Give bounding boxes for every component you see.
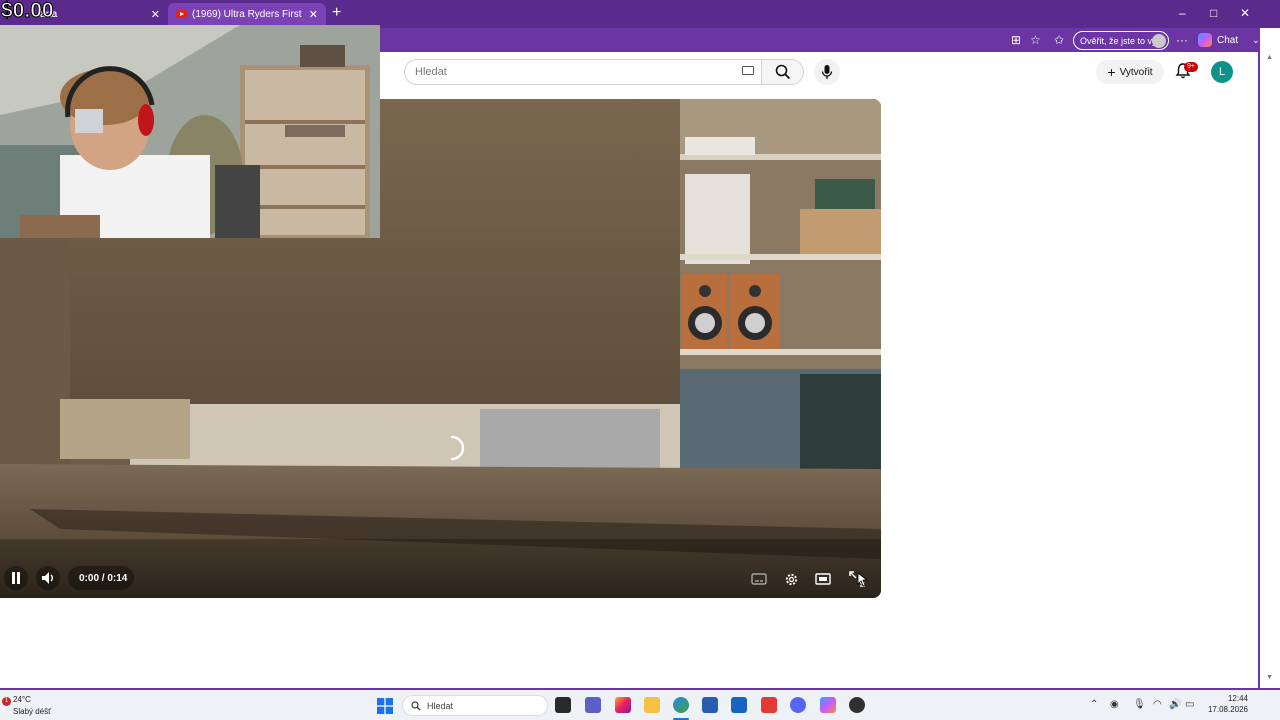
copilot-chat-button[interactable]: Chat ⌄ xyxy=(1198,33,1260,47)
taskbar-search-placeholder: Hledat xyxy=(427,700,454,711)
instagram-icon[interactable] xyxy=(615,697,631,713)
gear-icon xyxy=(785,573,797,585)
time-display: 0:00 / 0:14 xyxy=(79,573,128,584)
theater-mode-icon xyxy=(815,573,831,585)
subtitles-icon xyxy=(751,573,767,585)
microphone-tray-icon[interactable]: 🎙 xyxy=(1133,699,1146,710)
speaker-icon[interactable]: 🔊 xyxy=(1169,699,1181,710)
volume-button[interactable] xyxy=(36,566,60,590)
app-available-icon[interactable]: ⊞ xyxy=(1011,33,1021,47)
battery-icon[interactable]: ▭ xyxy=(1185,699,1194,710)
user-avatar[interactable]: L xyxy=(1211,61,1233,83)
verify-identity-label: Ověřit, že jste to vy xyxy=(1080,35,1157,46)
create-button[interactable]: + Vytvořit xyxy=(1096,60,1164,84)
clock-time: 12:44 xyxy=(1227,694,1248,703)
create-label: Vytvořit xyxy=(1119,66,1153,78)
tab-youtube-title: (1969) Ultra Ryders First Dirt Race xyxy=(192,8,303,20)
file-explorer-icon[interactable] xyxy=(644,697,660,713)
player-controls: 0:00 / 0:14 xyxy=(0,562,881,598)
youtube-favicon-icon xyxy=(176,10,187,18)
search-icon xyxy=(775,64,790,80)
pause-icon xyxy=(12,572,20,584)
favorites-list-icon[interactable]: ✩ xyxy=(1054,33,1064,47)
clock-date: 17.08.2026 xyxy=(1207,705,1248,714)
task-view-icon[interactable] xyxy=(555,697,571,713)
outlook-icon[interactable] xyxy=(731,697,747,713)
weather-alert-badge: 1 xyxy=(2,697,11,706)
store-icon[interactable] xyxy=(702,697,718,713)
scroll-up-icon[interactable]: ▲ xyxy=(1266,54,1273,61)
page-scrollbar[interactable]: ▲ ▼ xyxy=(1260,52,1280,686)
weather-desc: Slabý déšť xyxy=(13,707,52,716)
discord-icon[interactable] xyxy=(790,697,806,713)
more-options-icon[interactable]: ··· xyxy=(1176,33,1188,47)
weather-temp: 24°C xyxy=(13,695,31,704)
tray-app-icon[interactable]: ◉ xyxy=(1110,699,1119,710)
profile-avatar-icon xyxy=(1152,34,1166,48)
settings-button[interactable] xyxy=(781,569,801,589)
screen: arta ✕ (1969) Ultra Ryders First Dirt Ra… xyxy=(0,0,1280,720)
favorite-star-icon[interactable]: ☆ xyxy=(1030,33,1041,47)
mouse-cursor-icon xyxy=(857,572,868,587)
webcam-overlay xyxy=(0,25,380,238)
tab-youtube[interactable]: (1969) Ultra Ryders First Dirt Race ✕ xyxy=(168,3,326,25)
close-window-button[interactable]: ✕ xyxy=(1240,6,1250,20)
new-tab-button[interactable]: + xyxy=(332,5,341,21)
windows-start-icon[interactable] xyxy=(377,698,393,714)
notifications-badge: 9+ xyxy=(1184,62,1198,72)
obs-icon[interactable] xyxy=(849,697,865,713)
search-input[interactable]: Hledat xyxy=(404,59,762,85)
tab-first-close-icon[interactable]: ✕ xyxy=(151,8,160,21)
taskbar-search-input[interactable]: Hledat xyxy=(402,695,548,716)
scroll-down-icon[interactable]: ▼ xyxy=(1266,674,1273,681)
wifi-icon[interactable]: ◠ xyxy=(1153,699,1162,710)
teams-icon[interactable] xyxy=(585,697,601,713)
keyboard-icon[interactable] xyxy=(742,66,754,75)
search-icon xyxy=(411,701,421,711)
tray-overflow-icon[interactable]: ⌃ xyxy=(1090,699,1098,710)
plus-icon: + xyxy=(1107,64,1116,80)
search-button[interactable] xyxy=(762,59,804,85)
copilot-app-icon[interactable] xyxy=(820,697,836,713)
chat-label: Chat xyxy=(1217,34,1239,46)
system-clock[interactable]: 12:44 17.08.2026 xyxy=(1206,693,1248,715)
pause-button[interactable] xyxy=(4,566,28,590)
weather-widget[interactable]: 1 24°C Slabý déšť xyxy=(2,694,51,717)
microphone-icon xyxy=(821,65,833,79)
subtitles-button[interactable] xyxy=(750,571,768,587)
copilot-icon xyxy=(1198,33,1212,47)
donation-counter: $0.00 xyxy=(1,0,55,23)
minimize-button[interactable]: – xyxy=(1179,6,1186,20)
taskbar: 1 24°C Slabý déšť Hledat ⌃ ◉ 🎙 ◠ 🔊 ▭ 12:… xyxy=(0,688,1280,720)
voice-search-button[interactable] xyxy=(814,59,840,85)
tab-youtube-close-icon[interactable]: ✕ xyxy=(309,8,318,21)
youtube-app-icon[interactable] xyxy=(761,697,777,713)
webcam-image xyxy=(0,25,380,238)
theater-mode-button[interactable] xyxy=(813,570,833,588)
edge-browser-icon[interactable] xyxy=(673,697,689,713)
maximize-button[interactable]: □ xyxy=(1210,6,1217,20)
browser-tab-bar: arta ✕ (1969) Ultra Ryders First Dirt Ra… xyxy=(0,0,1280,28)
volume-icon xyxy=(42,572,53,584)
verify-identity-button[interactable]: Ověřit, že jste to vy xyxy=(1073,31,1169,50)
